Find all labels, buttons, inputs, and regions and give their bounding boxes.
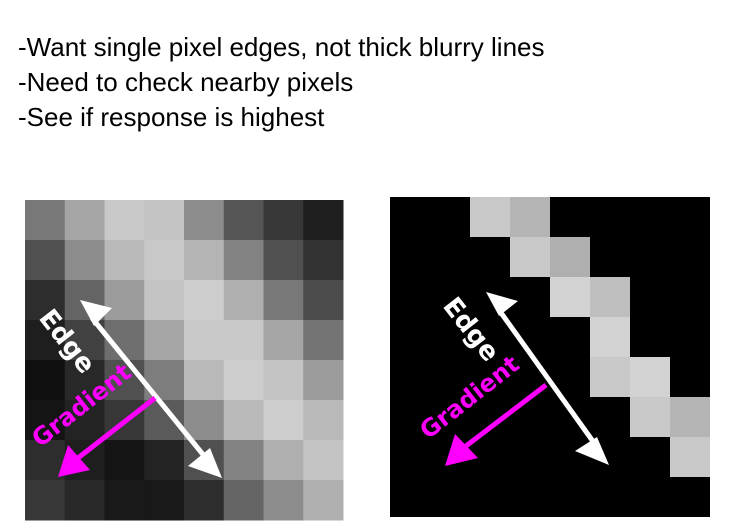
edge-pixel-cell xyxy=(550,237,590,277)
pixel-cell xyxy=(263,440,304,481)
pixel-cell xyxy=(263,400,304,441)
pixel-cell xyxy=(223,360,264,401)
pixel-cell xyxy=(144,440,185,481)
pixel-cell xyxy=(223,440,264,481)
pixel-cell xyxy=(303,200,344,241)
edge-pixel-cell xyxy=(630,357,670,397)
pixel-cell xyxy=(144,480,185,521)
pixel-cell xyxy=(144,280,185,321)
edge-pixel-cell xyxy=(590,277,630,317)
pixel-cell xyxy=(104,240,145,281)
pixel-cell xyxy=(263,200,304,241)
edge-pixel-cell xyxy=(590,317,630,357)
pixel-cell xyxy=(184,320,225,361)
pixel-cell xyxy=(25,200,66,241)
pixel-cell xyxy=(263,240,304,281)
pixel-cell xyxy=(144,320,185,361)
pixel-cell xyxy=(104,200,145,241)
pixel-cell xyxy=(263,480,304,521)
pixel-cell xyxy=(303,440,344,481)
pixel-cell xyxy=(184,200,225,241)
pixel-cell xyxy=(144,360,185,401)
pixel-cell xyxy=(184,280,225,321)
pixel-cell xyxy=(184,400,225,441)
edge-pixel-cell xyxy=(630,397,670,437)
edge-pixel-cell xyxy=(550,277,590,317)
pixel-cell xyxy=(184,480,225,521)
pixel-cell xyxy=(303,360,344,401)
edge-pixel-cell xyxy=(510,197,550,237)
edge-pixel-cell xyxy=(590,357,630,397)
diagram-canvas: Edge Gradient Edge Gradient xyxy=(25,197,710,521)
pixel-cell xyxy=(184,240,225,281)
pixel-cell xyxy=(25,480,66,521)
pixel-cell xyxy=(223,280,264,321)
pixel-cell xyxy=(303,320,344,361)
pixel-cell xyxy=(104,280,145,321)
pixel-cell xyxy=(303,280,344,321)
pixel-cell xyxy=(144,240,185,281)
pixel-cell xyxy=(263,320,304,361)
pixel-cell xyxy=(223,480,264,521)
pixel-cell xyxy=(64,240,105,281)
pixel-cell xyxy=(303,240,344,281)
pixel-cell xyxy=(263,280,304,321)
edge-pixel-cell xyxy=(670,437,710,477)
pixel-cell xyxy=(25,360,66,401)
edge-pixel-cell xyxy=(510,237,550,277)
pixel-cell xyxy=(104,440,145,481)
pixel-cell xyxy=(223,240,264,281)
pixel-cell xyxy=(263,360,304,401)
pixel-cell xyxy=(144,200,185,241)
pixel-cell xyxy=(64,200,105,241)
pixel-cell xyxy=(184,360,225,401)
pixel-cell xyxy=(223,200,264,241)
pixel-cell xyxy=(303,400,344,441)
pixel-cell xyxy=(64,480,105,521)
pixel-cell xyxy=(104,480,145,521)
pixel-cell xyxy=(223,400,264,441)
pixel-cell xyxy=(223,320,264,361)
edge-pixel-cell xyxy=(470,197,510,237)
pixel-cell xyxy=(303,480,344,521)
pixel-cell xyxy=(25,240,66,281)
edge-pixel-cell xyxy=(670,397,710,437)
